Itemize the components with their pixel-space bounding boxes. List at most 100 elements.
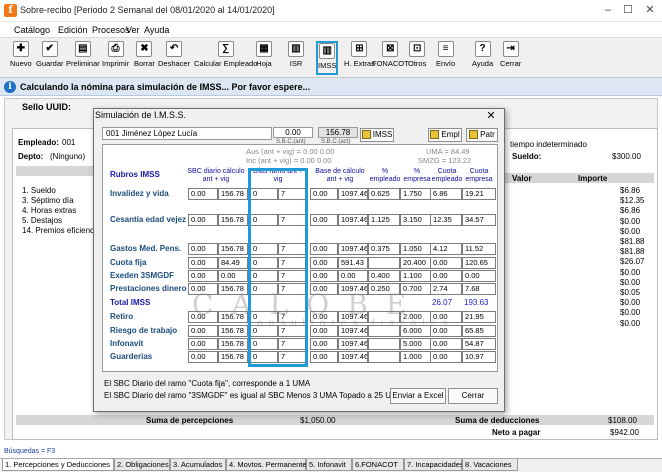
grid-cell-cuota-emp[interactable]: 4.12 (430, 243, 462, 255)
send-to-excel-button[interactable]: Enviar a Excel (390, 388, 446, 404)
grid-cell-pct-empresa[interactable]: 20.400 (400, 257, 432, 269)
grid-cell-cuota-emp[interactable]: 12.35 (430, 214, 462, 226)
grid-cell-cuota-emp[interactable]: 2.74 (430, 283, 462, 295)
grid-cell-base-vig[interactable]: 1097.46 (338, 338, 368, 350)
grid-cell-pct-empresa[interactable]: 1.750 (400, 188, 432, 200)
grid-cell-base-ant[interactable]: 0.00 (310, 351, 338, 363)
perception-item[interactable]: 1. Sueldo (22, 186, 56, 195)
grid-cell-sbc-ant[interactable]: 0.00 (188, 257, 218, 269)
grid-cell-base-vig[interactable]: 1097.46 (338, 188, 368, 200)
employee-field[interactable]: 001 Jiménez López Lucía (102, 127, 272, 140)
menu-item-4[interactable]: Ayuda (144, 25, 169, 35)
grid-cell-base-ant[interactable]: 0.00 (310, 214, 338, 226)
grid-cell-base-vig[interactable]: 1097.46 (338, 214, 368, 226)
toolbar-button-8[interactable]: ▥ ISR (288, 41, 304, 75)
grid-cell-sbc-ant[interactable]: 0.00 (188, 270, 218, 282)
maximize-icon[interactable]: ☐ (620, 3, 636, 17)
empleado-value[interactable]: 001 (62, 138, 75, 147)
imss-button[interactable]: IMSS (360, 128, 394, 142)
grid-cell-pct-emp[interactable] (368, 338, 400, 350)
patr-button[interactable]: Patr (466, 128, 498, 142)
grid-cell-sbc-ant[interactable]: 0.00 (188, 325, 218, 337)
bottom-tab-7[interactable]: 8. Vacaciones (462, 459, 518, 471)
grid-cell-base-ant[interactable]: 0.00 (310, 257, 338, 269)
grid-cell-base-ant[interactable]: 0.00 (310, 188, 338, 200)
bottom-tab-1[interactable]: 2. Obligaciones (114, 459, 170, 471)
toolbar-button-13[interactable]: ≡ Envío (436, 41, 455, 75)
grid-cell-cuota-empresa[interactable]: 0.00 (462, 270, 496, 282)
grid-cell-cuota-empresa[interactable]: 34.57 (462, 214, 496, 226)
toolbar-button-3[interactable]: ⎙ Imprimir (102, 41, 129, 75)
toolbar-button-1[interactable]: ✔ Guardar (36, 41, 64, 75)
grid-cell-cuota-emp[interactable]: 6.86 (430, 188, 462, 200)
grid-cell-cuota-emp[interactable]: 0.00 (430, 351, 462, 363)
bottom-tab-6[interactable]: 7. Incapacidades (404, 459, 464, 471)
grid-cell-sbc-ant[interactable]: 0.00 (188, 214, 218, 226)
grid-cell-base-vig[interactable]: 1097.46 (338, 243, 368, 255)
bottom-tab-0[interactable]: 1. Percepciones y Deducciones (2, 459, 114, 471)
grid-cell-pct-empresa[interactable]: 1.100 (400, 270, 432, 282)
grid-cell-cuota-empresa[interactable]: 19.21 (462, 188, 496, 200)
bottom-tab-3[interactable]: 4. Movtos. Permanentes (226, 459, 310, 471)
grid-cell-base-ant[interactable]: 0.00 (310, 243, 338, 255)
menu-item-2[interactable]: Procesos (92, 25, 130, 35)
grid-cell-pct-empresa[interactable]: 5.000 (400, 338, 432, 350)
grid-cell-sbc-vig[interactable]: 156.78 (218, 214, 248, 226)
dialog-close-icon[interactable]: ✕ (478, 108, 504, 124)
toolbar-button-10[interactable]: ⊞ H. Extras (344, 41, 375, 75)
toolbar-button-9[interactable]: ▥ IMSS (316, 41, 339, 75)
grid-cell-cuota-empresa[interactable]: 21.95 (462, 311, 496, 323)
toolbar-button-11[interactable]: ⊠ FONACOT (372, 41, 409, 75)
grid-cell-sbc-vig[interactable]: 156.78 (218, 325, 248, 337)
grid-cell-pct-emp[interactable]: 0.375 (368, 243, 400, 255)
toolbar-button-15[interactable]: ⇥ Cerrar (500, 41, 521, 75)
empl-button[interactable]: Empl (428, 128, 462, 142)
toolbar-button-7[interactable]: ▦ Hoja (256, 41, 272, 75)
grid-cell-sbc-vig[interactable]: 156.78 (218, 351, 248, 363)
grid-cell-sbc-vig[interactable]: 84.49 (218, 257, 248, 269)
grid-cell-pct-empresa[interactable]: 1.000 (400, 351, 432, 363)
grid-cell-pct-emp[interactable]: 0.400 (368, 270, 400, 282)
perception-item[interactable]: 3. Séptimo día (22, 196, 74, 205)
bottom-tab-4[interactable]: 5. Infonavit (306, 459, 352, 471)
grid-cell-sbc-ant[interactable]: 0.00 (188, 351, 218, 363)
toolbar-button-5[interactable]: ↶ Deshacer (158, 41, 190, 75)
toolbar-button-0[interactable]: ✚ Nuevo (10, 41, 32, 75)
grid-cell-cuota-empresa[interactable]: 11.52 (462, 243, 496, 255)
grid-cell-sbc-vig[interactable]: 156.78 (218, 243, 248, 255)
depto-value[interactable]: (Ninguno) (50, 152, 85, 161)
grid-cell-pct-empresa[interactable]: 1.050 (400, 243, 432, 255)
grid-cell-pct-empresa[interactable]: 3.150 (400, 214, 432, 226)
minimize-icon[interactable]: – (600, 3, 616, 17)
toolbar-button-4[interactable]: ✖ Borrar (134, 41, 155, 75)
grid-cell-sbc-ant[interactable]: 0.00 (188, 338, 218, 350)
toolbar-button-6[interactable]: ∑ Calcular Empleado (194, 41, 257, 75)
grid-cell-sbc-vig[interactable]: 156.78 (218, 188, 248, 200)
grid-cell-base-vig[interactable]: 1097.46 (338, 351, 368, 363)
grid-cell-pct-emp[interactable]: 0.625 (368, 188, 400, 200)
grid-cell-base-vig[interactable]: 0.00 (338, 270, 368, 282)
menu-item-1[interactable]: Edición (58, 25, 88, 35)
bottom-tab-2[interactable]: 3. Acumulados (170, 459, 226, 471)
menu-item-3[interactable]: Ver (126, 25, 140, 35)
menu-item-0[interactable]: Catálogo (14, 25, 50, 35)
grid-cell-cuota-empresa[interactable]: 7.68 (462, 283, 496, 295)
grid-cell-cuota-empresa[interactable]: 10.97 (462, 351, 496, 363)
perception-item[interactable]: 14. Premios eficiencia (22, 226, 100, 235)
perception-item[interactable]: 5. Destajos (22, 216, 62, 225)
grid-cell-cuota-emp[interactable]: 0.00 (430, 270, 462, 282)
grid-cell-pct-emp[interactable]: 1.125 (368, 214, 400, 226)
close-window-icon[interactable]: ✕ (642, 3, 658, 17)
toolbar-button-14[interactable]: ? Ayuda (472, 41, 493, 75)
toolbar-button-2[interactable]: ▤ Preliminar (66, 41, 100, 75)
grid-cell-sbc-vig[interactable]: 156.78 (218, 338, 248, 350)
grid-cell-cuota-empresa[interactable]: 54.87 (462, 338, 496, 350)
grid-cell-sbc-ant[interactable]: 0.00 (188, 243, 218, 255)
grid-cell-base-ant[interactable]: 0.00 (310, 338, 338, 350)
grid-cell-base-ant[interactable]: 0.00 (310, 270, 338, 282)
grid-cell-cuota-emp[interactable]: 0.00 (430, 257, 462, 269)
grid-cell-cuota-emp[interactable]: 0.00 (430, 338, 462, 350)
grid-cell-pct-emp[interactable] (368, 257, 400, 269)
dialog-close-button[interactable]: Cerrar (448, 388, 498, 404)
bottom-tab-5[interactable]: 6.FONACOT (352, 459, 404, 471)
